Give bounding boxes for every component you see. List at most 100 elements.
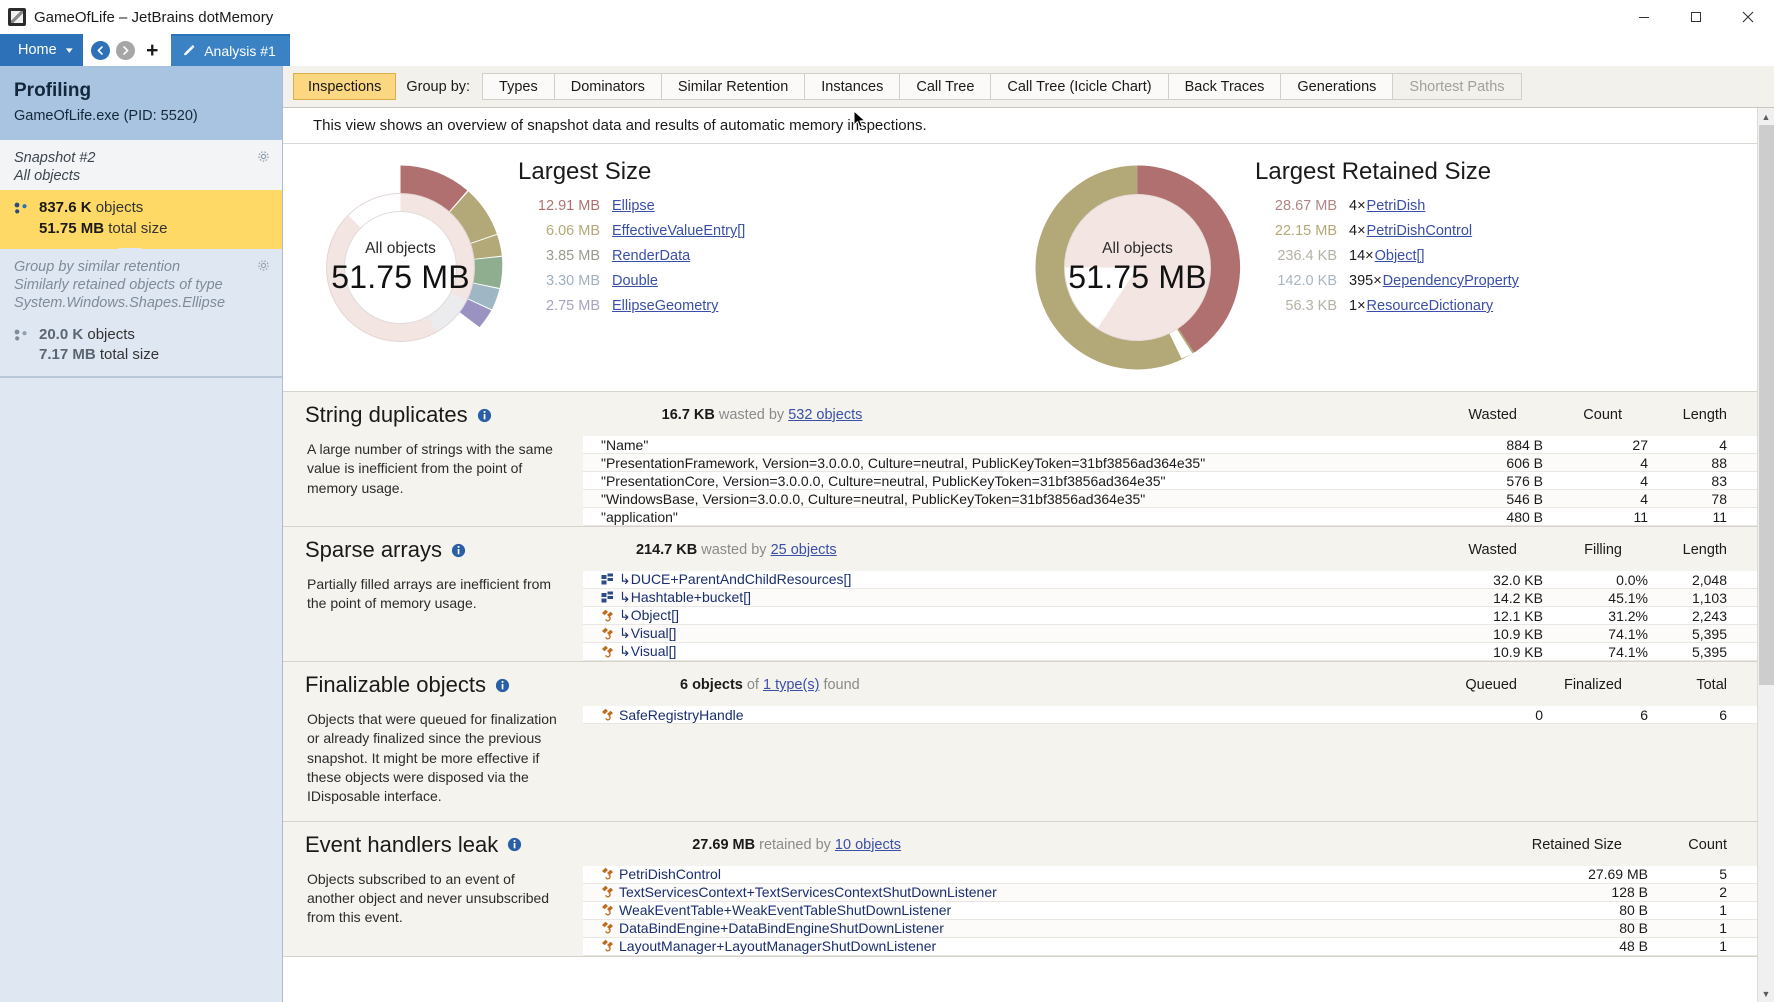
similar-size-unit: total size [100, 346, 159, 363]
tab-generations[interactable]: Generations [1281, 73, 1393, 100]
view-tabstrip: Inspections Group by: TypesDominatorsSim… [283, 66, 1774, 108]
tab-analysis-1[interactable]: Analysis #1 [171, 36, 290, 66]
add-tab-button[interactable]: + [141, 34, 163, 66]
table-row[interactable]: "application"480 B1111 [583, 508, 1757, 526]
scroll-thumb[interactable] [1759, 125, 1774, 685]
table-row[interactable]: "Name"884 B274 [583, 436, 1757, 454]
overview-type-link[interactable]: EffectiveValueEntry[] [612, 223, 745, 239]
view-description: This view shows an overview of snapshot … [283, 108, 1757, 144]
section-title: Finalizable objects [305, 672, 486, 698]
row-name-cell[interactable]: "application" [583, 509, 1442, 525]
row-name-cell[interactable]: PetriDishControl [583, 866, 1547, 882]
overview-size: 28.67 MB [1255, 198, 1337, 214]
table-row[interactable]: ↳Visual[]10.9 KB74.1%5,395 [583, 643, 1757, 661]
tab-similar-retention[interactable]: Similar Retention [662, 73, 805, 100]
row-label: "PresentationCore, Version=3.0.0.0, Cult… [601, 473, 1166, 489]
scroll-up-arrow[interactable]: ▲ [1758, 108, 1774, 125]
minimize-button[interactable] [1618, 0, 1670, 34]
overview-type-link[interactable]: ResourceDictionary [1367, 298, 1494, 314]
overview-type-link[interactable]: PetriDishControl [1367, 223, 1473, 239]
sidebar-header: Profiling GameOfLife.exe (PID: 5520) [0, 66, 282, 140]
row-name-cell[interactable]: ↳Hashtable+bucket[] [583, 589, 1442, 606]
row-value-cell: 83 [1652, 473, 1757, 489]
row-name-cell[interactable]: SafeRegistryHandle [583, 707, 1442, 723]
tab-dominators[interactable]: Dominators [555, 73, 662, 100]
scroll-track[interactable] [1758, 125, 1774, 985]
table-row[interactable]: "PresentationFramework, Version=3.0.0.0,… [583, 454, 1757, 472]
row-name-cell[interactable]: "WindowsBase, Version=3.0.0.0, Culture=n… [583, 491, 1442, 507]
largest-retained-donut[interactable]: All objects 51.75 MB [1030, 160, 1245, 375]
summary-link[interactable]: 532 objects [788, 407, 862, 423]
row-name-cell[interactable]: ↳Object[] [583, 607, 1442, 624]
row-label: PetriDishControl [619, 866, 721, 882]
similar-object-count: 20.0 K [39, 326, 83, 343]
tab-inspections[interactable]: Inspections [293, 73, 396, 100]
row-label: "application" [601, 509, 678, 525]
forward-icon[interactable] [116, 41, 135, 60]
similar-object-unit: objects [87, 326, 135, 343]
inspection-section: Sparse arrays214.7 KB wasted by 25 objec… [283, 527, 1757, 662]
sidebar-block-similar-retention[interactable]: Group by similar retention Similarly ret… [0, 249, 282, 376]
largest-size-donut[interactable]: All objects 51.75 MB [293, 160, 508, 375]
table-row[interactable]: WeakEventTable+WeakEventTableShutDownLis… [583, 902, 1757, 920]
row-name-cell[interactable]: LayoutManager+LayoutManagerShutDownListe… [583, 938, 1547, 954]
sidebar-block-snapshot[interactable]: Snapshot #2 All objects 837.6 K objects … [0, 140, 282, 249]
table-row[interactable]: TextServicesContext+TextServicesContextS… [583, 884, 1757, 902]
back-icon[interactable] [91, 41, 110, 60]
row-label: TextServicesContext+TextServicesContextS… [619, 884, 997, 900]
row-name-cell[interactable]: "PresentationCore, Version=3.0.0.0, Cult… [583, 473, 1442, 489]
info-icon[interactable] [451, 543, 466, 558]
close-button[interactable] [1722, 0, 1774, 34]
overview-type-link[interactable]: RenderData [612, 248, 690, 264]
row-name-cell[interactable]: DataBindEngine+DataBindEngineShutDownLis… [583, 920, 1547, 936]
row-name-cell[interactable]: ↳Visual[] [583, 643, 1442, 660]
tab-instances[interactable]: Instances [805, 73, 900, 100]
gear-icon-2[interactable] [257, 259, 270, 277]
table-row[interactable]: LayoutManager+LayoutManagerShutDownListe… [583, 938, 1757, 956]
row-name-cell[interactable]: ↳Visual[] [583, 625, 1442, 642]
summary-tail: found [819, 677, 859, 693]
summary-link[interactable]: 10 objects [835, 837, 901, 853]
row-name-cell[interactable]: "Name" [583, 437, 1442, 453]
summary-link[interactable]: 1 type(s) [763, 677, 819, 693]
table-row[interactable]: ↳DUCE+ParentAndChildResources[]32.0 KB0.… [583, 571, 1757, 589]
overview-type-link[interactable]: Double [612, 273, 658, 289]
table-row[interactable]: "PresentationCore, Version=3.0.0.0, Cult… [583, 472, 1757, 490]
info-icon[interactable] [477, 408, 492, 423]
struct-icon [601, 573, 615, 587]
table-row[interactable]: PetriDishControl27.69 MB5 [583, 866, 1757, 884]
summary-link[interactable]: 25 objects [771, 542, 837, 558]
tab-call-tree-icicle-chart[interactable]: Call Tree (Icicle Chart) [991, 73, 1168, 100]
row-name-cell[interactable]: "PresentationFramework, Version=3.0.0.0,… [583, 455, 1442, 471]
tab-back-traces[interactable]: Back Traces [1169, 73, 1282, 100]
table-row[interactable]: ↳Object[]12.1 KB31.2%2,243 [583, 607, 1757, 625]
snapshot-object-count: 837.6 K [39, 199, 92, 216]
gear-icon[interactable] [257, 150, 270, 168]
overview-type-link[interactable]: DependencyProperty [1383, 273, 1519, 289]
tab-types[interactable]: Types [482, 73, 555, 100]
maximize-button[interactable] [1670, 0, 1722, 34]
table-row[interactable]: "WindowsBase, Version=3.0.0.0, Culture=n… [583, 490, 1757, 508]
overview-type-link[interactable]: Ellipse [612, 198, 655, 214]
row-name-cell[interactable]: TextServicesContext+TextServicesContextS… [583, 884, 1547, 900]
table-row[interactable]: DataBindEngine+DataBindEngineShutDownLis… [583, 920, 1757, 938]
row-value-cell: 11 [1652, 509, 1757, 525]
info-icon[interactable] [507, 837, 522, 852]
overview-type-link[interactable]: PetriDish [1367, 198, 1426, 214]
summary-value: 6 objects [680, 677, 743, 693]
overview-type-link[interactable]: Object[] [1375, 248, 1425, 264]
row-name-cell[interactable]: ↳DUCE+ParentAndChildResources[] [583, 571, 1442, 588]
column-header: Length [1622, 542, 1727, 558]
scroll-down-arrow[interactable]: ▼ [1758, 985, 1774, 1002]
home-button[interactable]: Home ▾ [0, 34, 83, 66]
vertical-scrollbar[interactable]: ▲ ▼ [1757, 108, 1774, 1002]
sidebar-item-similar-retention[interactable]: 20.0 K objects 7.17 MB total size [0, 317, 282, 376]
row-name-cell[interactable]: WeakEventTable+WeakEventTableShutDownLis… [583, 902, 1547, 918]
overview-type-link[interactable]: EllipseGeometry [612, 298, 718, 314]
table-row[interactable]: ↳Visual[]10.9 KB74.1%5,395 [583, 625, 1757, 643]
table-row[interactable]: ↳Hashtable+bucket[]14.2 KB45.1%1,103 [583, 589, 1757, 607]
row-value-cell: 27 [1547, 437, 1652, 453]
info-icon[interactable] [495, 678, 510, 693]
table-row[interactable]: SafeRegistryHandle066 [583, 706, 1757, 724]
tab-call-tree[interactable]: Call Tree [900, 73, 991, 100]
